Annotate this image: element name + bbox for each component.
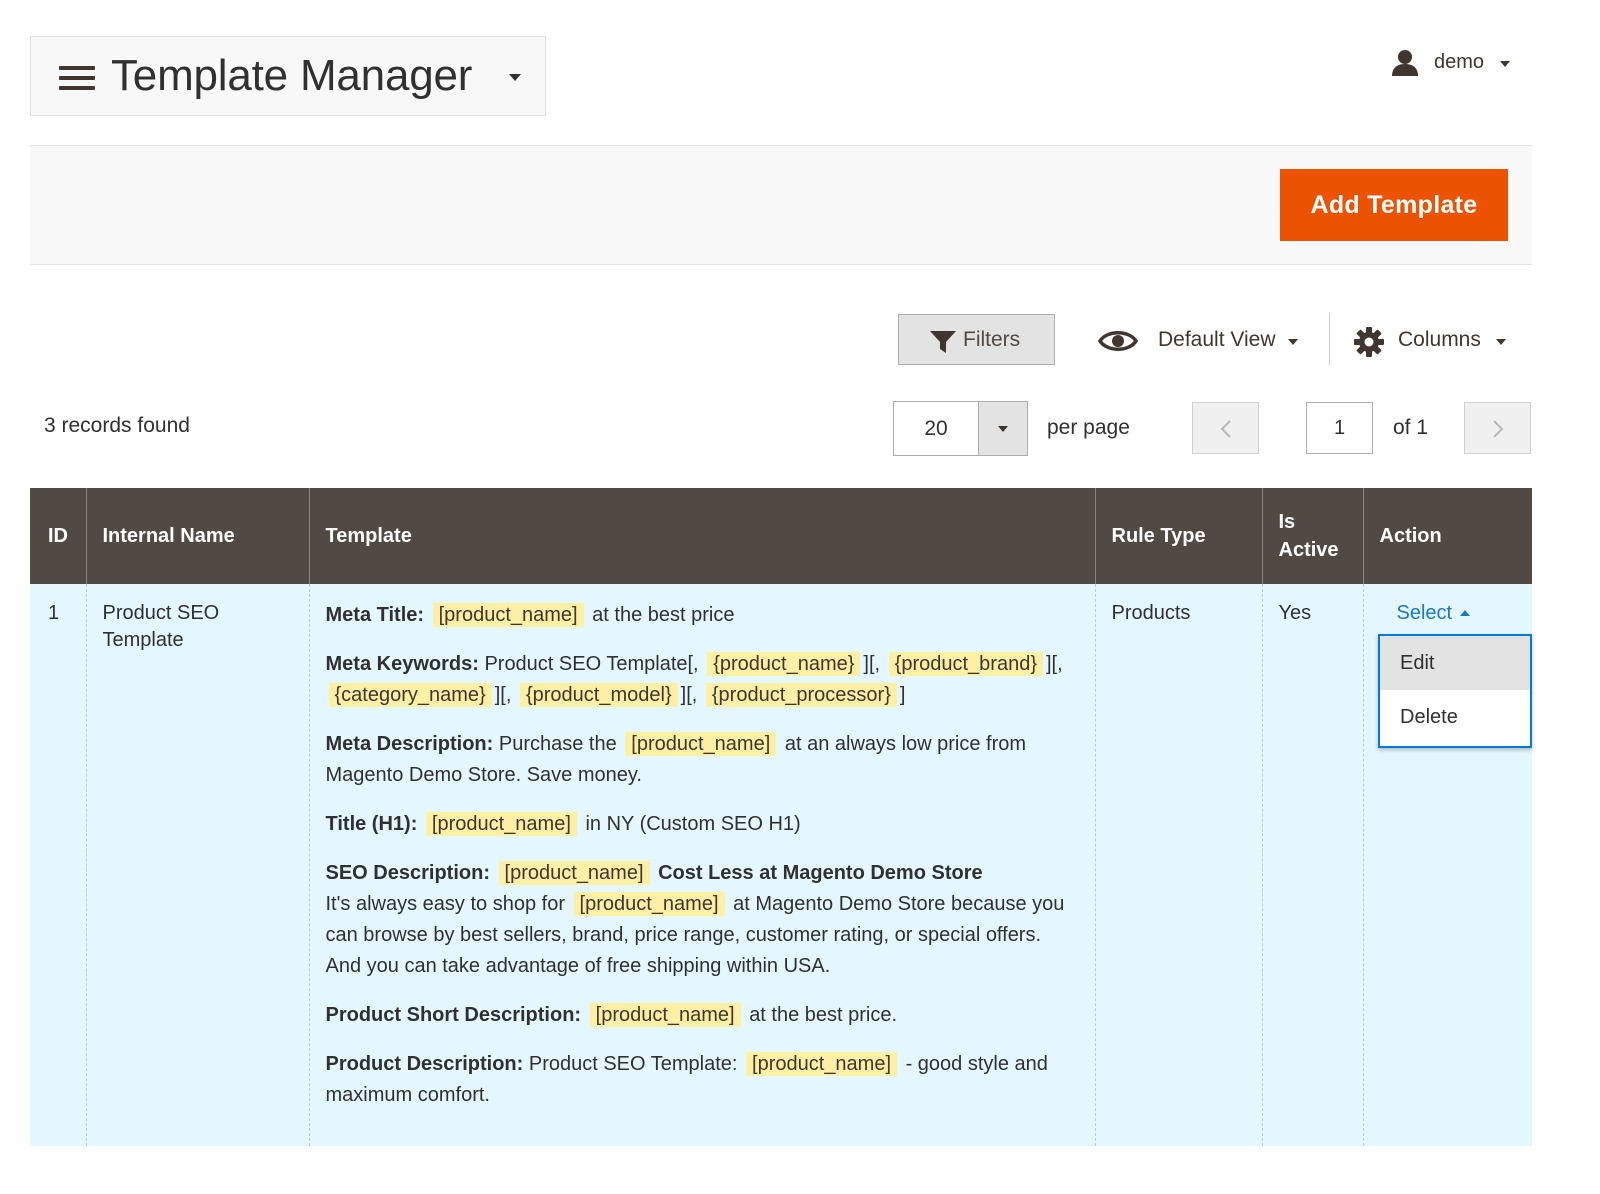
- chevron-up-icon: [1460, 610, 1471, 616]
- page-total: of 1: [1393, 416, 1429, 439]
- cell-template: Meta Title: [product_name] at the best p…: [308, 584, 1095, 1146]
- action-select-toggle[interactable]: Select: [1397, 600, 1471, 627]
- action-dropdown-menu: Edit Delete: [1378, 634, 1532, 748]
- hamburger-icon: [59, 66, 95, 90]
- table-row[interactable]: 1 Product SEO Template Meta Title: [prod…: [30, 584, 1532, 1146]
- template-seo-description: SEO Description: [product_name] Cost Les…: [325, 861, 1065, 977]
- action-edit[interactable]: Edit: [1380, 636, 1530, 690]
- template-variable: [product_name]: [432, 603, 584, 627]
- template-meta-title: Meta Title: [product_name] at the best p…: [325, 603, 735, 627]
- records-found: 3 records found: [44, 414, 190, 437]
- template-meta-keywords: Meta Keywords: Product SEO Template[, {p…: [325, 652, 1063, 707]
- per-page-toggle[interactable]: [978, 402, 1027, 455]
- next-page-button[interactable]: [1464, 402, 1531, 454]
- filters-label: Filters: [963, 328, 1021, 351]
- toolbar-divider: [1329, 313, 1330, 365]
- column-header-action: Action: [1362, 488, 1532, 584]
- page-number-input[interactable]: 1: [1306, 402, 1373, 454]
- cell-id: 1: [30, 584, 86, 1146]
- chevron-down-icon: [1500, 61, 1510, 67]
- add-template-button[interactable]: Add Template: [1280, 169, 1508, 241]
- template-variable: {category_name}: [328, 683, 492, 707]
- per-page-label: per page: [1047, 416, 1130, 439]
- template-product-description: Product Description: Product SEO Templat…: [325, 1052, 1048, 1106]
- template-variable: [product_name]: [573, 892, 725, 916]
- page-title: Template Manager: [111, 51, 473, 100]
- funnel-icon: [930, 331, 956, 353]
- per-page-select[interactable]: 20: [893, 401, 1028, 456]
- templates-grid: ID Internal Name Template Rule Type Is A…: [30, 488, 1532, 1146]
- template-variable: [product_name]: [498, 861, 650, 885]
- eye-icon: [1098, 331, 1138, 351]
- chevron-down-icon: [1288, 339, 1298, 345]
- cell-is-active: Yes: [1261, 584, 1363, 1146]
- template-variable: [product_name]: [746, 1052, 898, 1076]
- gear-icon: [1354, 327, 1384, 357]
- action-delete[interactable]: Delete: [1380, 690, 1530, 744]
- column-header-id[interactable]: ID: [30, 488, 86, 584]
- filters-button[interactable]: Filters: [898, 314, 1055, 365]
- column-header-rule-type[interactable]: Rule Type: [1094, 488, 1262, 584]
- chevron-right-icon: [1493, 420, 1504, 438]
- column-header-is-active[interactable]: Is Active: [1261, 488, 1363, 584]
- previous-page-button[interactable]: [1192, 402, 1259, 454]
- chevron-down-icon: [509, 74, 521, 81]
- view-label: Default View: [1158, 328, 1276, 351]
- chevron-left-icon: [1220, 420, 1231, 438]
- template-variable: {product_model}: [519, 683, 678, 707]
- cell-rule-type: Products: [1094, 584, 1262, 1146]
- template-title-h1: Title (H1): [product_name] in NY (Custom…: [325, 812, 801, 836]
- page-title-switcher[interactable]: Template Manager: [30, 36, 546, 116]
- grid-header-row: ID Internal Name Template Rule Type Is A…: [30, 488, 1532, 584]
- user-name: demo: [1434, 51, 1485, 73]
- column-header-internal-name[interactable]: Internal Name: [85, 488, 309, 584]
- column-header-template[interactable]: Template: [308, 488, 1095, 584]
- template-variable: {product_processor}: [705, 683, 897, 707]
- template-variable: [product_name]: [625, 732, 777, 756]
- columns-label: Columns: [1398, 328, 1481, 351]
- user-icon: [1392, 50, 1418, 76]
- template-short-description: Product Short Description: [product_name…: [325, 1003, 898, 1027]
- per-page-value: 20: [924, 417, 948, 440]
- chevron-down-icon: [998, 426, 1008, 432]
- cell-internal-name: Product SEO Template: [85, 584, 309, 1146]
- template-variable: {product_name}: [707, 652, 861, 676]
- template-variable: [product_name]: [589, 1003, 741, 1027]
- chevron-down-icon: [1496, 339, 1506, 345]
- page-actions-bar: Add Template: [30, 145, 1532, 265]
- template-variable: {product_brand}: [888, 652, 1043, 676]
- template-variable: [product_name]: [425, 812, 577, 836]
- template-meta-description: Meta Description: Purchase the [product_…: [325, 732, 1027, 786]
